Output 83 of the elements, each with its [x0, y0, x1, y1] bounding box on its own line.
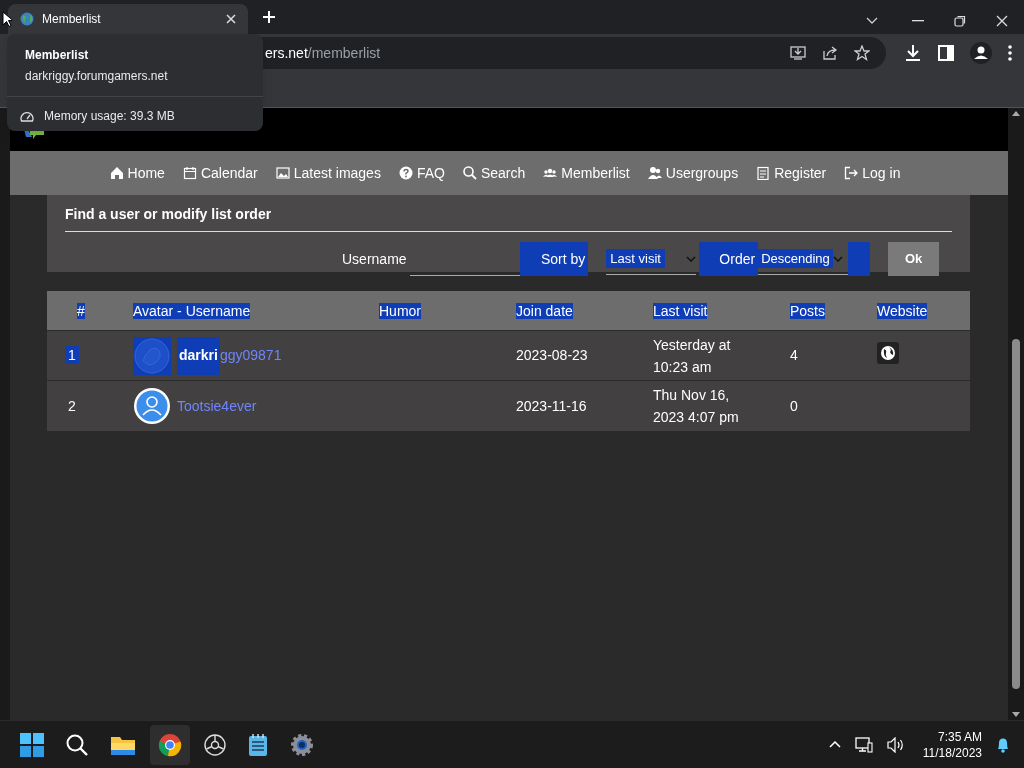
tooltip-title: Memberlist [25, 47, 90, 64]
nav-link[interactable]: Search [462, 162, 526, 184]
column-header[interactable]: Posts [790, 302, 825, 319]
scroll-up-icon[interactable] [1012, 111, 1020, 116]
chevron-down-icon[interactable] [866, 17, 878, 25]
clock[interactable]: 7:35 AM 11/18/2023 [922, 728, 982, 761]
user-group-icon [647, 166, 662, 180]
scrollbar-thumb[interactable] [1012, 339, 1020, 689]
cursor-icon [2, 11, 12, 27]
table-cell-text: 2 [67, 396, 77, 415]
caret-icon [832, 255, 843, 262]
minimize-icon[interactable] [912, 20, 924, 22]
table-cell: 4 [790, 347, 798, 363]
column-header[interactable]: Website [877, 302, 928, 319]
gear-icon[interactable] [290, 732, 314, 757]
taskbar-app[interactable] [150, 724, 190, 765]
avatar-icon [133, 336, 171, 375]
panel-title: Find a user or modify list order [65, 204, 952, 232]
table-cell-text: Thu Nov 16, 2023 4:07 pm [653, 386, 740, 427]
download-icon[interactable] [904, 44, 922, 62]
column-header[interactable]: Humor [379, 302, 421, 319]
column-header[interactable]: # [77, 302, 85, 319]
side-panel-icon[interactable] [938, 45, 954, 61]
browser-tab[interactable]: Memberlist [8, 4, 248, 34]
memory-usage: Memory usage: 39.3 MB [44, 108, 175, 125]
globe-icon[interactable] [877, 342, 899, 364]
nav-link[interactable]: Log in [844, 162, 901, 184]
question-icon [398, 166, 413, 180]
bell-icon[interactable] [996, 736, 1010, 753]
ok-button[interactable]: Ok [888, 242, 940, 276]
chevron-up-icon[interactable] [828, 741, 841, 748]
caret-icon [686, 255, 697, 262]
star-icon[interactable] [854, 45, 870, 61]
nav-link[interactable]: Usergroups [647, 162, 739, 184]
search-icon[interactable] [66, 733, 88, 756]
scroll-down-icon[interactable] [1012, 712, 1020, 717]
nav-link[interactable]: FAQ [398, 162, 445, 184]
column-header[interactable]: Avatar - Username [133, 302, 251, 319]
nav-link[interactable]: Calendar [182, 162, 258, 184]
share-icon[interactable] [822, 45, 838, 61]
nav-link[interactable]: Home [109, 162, 165, 184]
table-cell: 2023-08-23 [516, 347, 588, 363]
table-cell: 0 [790, 397, 798, 414]
table-cell: 2023-11-16 [516, 397, 587, 414]
url-text: ers.net/memberlist [265, 43, 382, 63]
notepad-icon[interactable] [248, 732, 268, 757]
profile-icon[interactable] [970, 42, 992, 64]
speaker-icon[interactable] [886, 736, 905, 753]
people-icon [543, 166, 558, 180]
new-tab-icon[interactable] [262, 10, 276, 24]
aperture-icon[interactable] [204, 733, 226, 756]
username-link[interactable]: darkri ggy09871 [177, 336, 282, 375]
field-label: Sort by [520, 242, 589, 276]
gauge-icon [20, 110, 34, 122]
nav-link[interactable]: Memberlist [543, 162, 630, 184]
globe-icon [20, 12, 34, 26]
sign-in-icon [844, 166, 859, 180]
chrome-icon [158, 732, 182, 757]
network-icon[interactable] [854, 736, 873, 753]
close-icon[interactable] [226, 14, 236, 24]
table-cell: 1 [65, 346, 79, 364]
home-icon [109, 166, 124, 180]
install-icon[interactable] [790, 45, 806, 61]
menu-icon[interactable] [1008, 45, 1012, 61]
tab-title: Memberlist [42, 11, 102, 28]
close-icon[interactable] [996, 15, 1008, 27]
search-icon [462, 166, 477, 180]
windows-start-icon[interactable] [20, 732, 44, 757]
column-header[interactable]: Last visit [653, 302, 708, 319]
table-cell-text: Yesterday at 10:23 am [653, 335, 732, 377]
image-icon [275, 166, 290, 180]
restore-icon[interactable] [954, 15, 966, 27]
field-label: Username [342, 249, 408, 269]
tooltip-url: darkriggy.forumgamers.net [25, 68, 169, 85]
avatar-icon [133, 387, 171, 425]
field-label: Order [699, 242, 759, 276]
nav-link[interactable]: Register [756, 162, 827, 184]
selection-highlight [848, 242, 871, 276]
sort-select[interactable]: Last visit [606, 243, 697, 275]
nav-link[interactable]: Latest images [275, 162, 381, 184]
clipboard-icon [756, 166, 771, 180]
calendar-icon [182, 166, 197, 180]
column-header[interactable]: Join date [516, 302, 573, 319]
